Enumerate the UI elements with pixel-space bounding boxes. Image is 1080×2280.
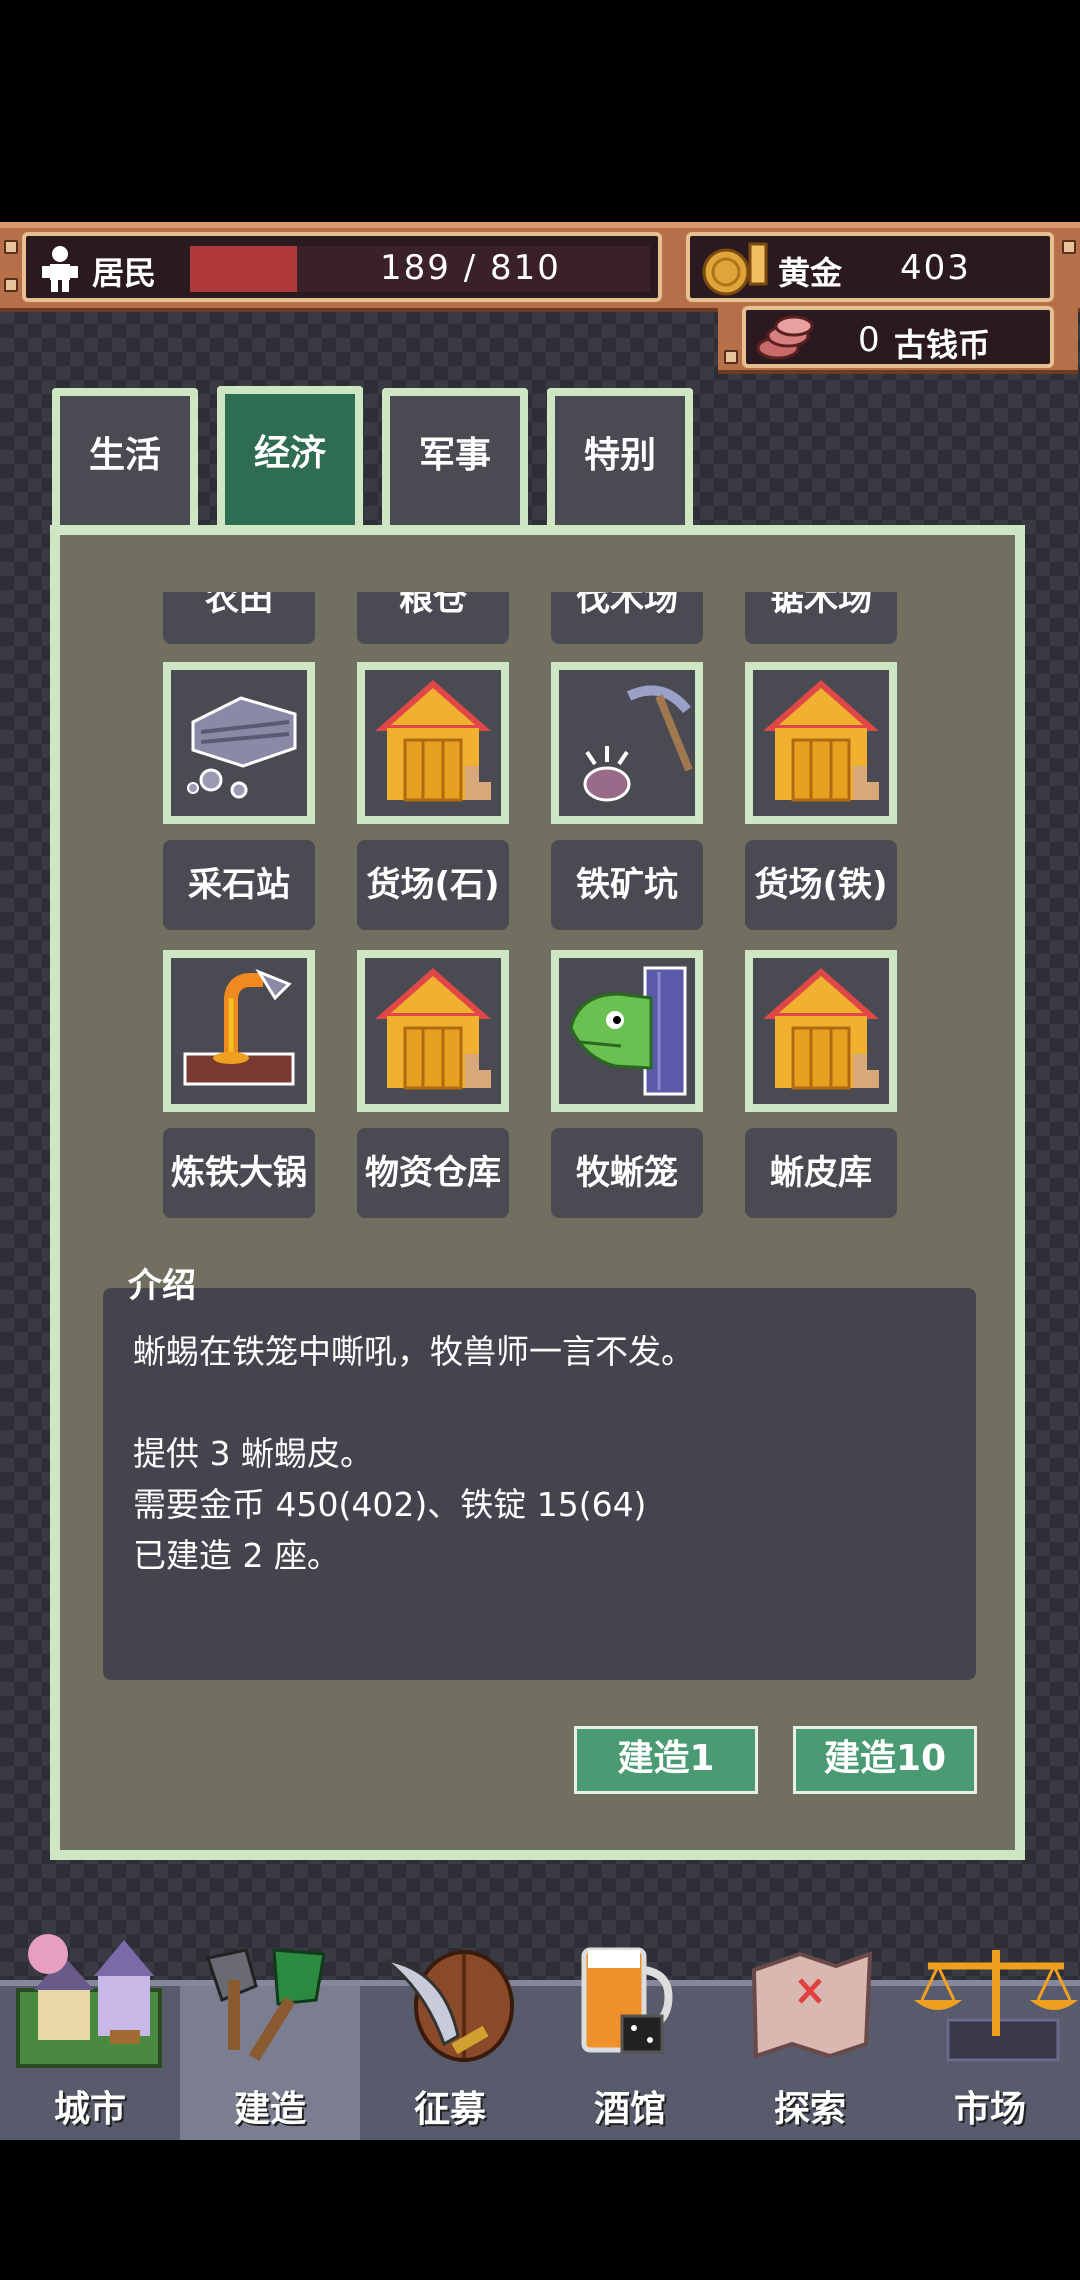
ancient-coin-panel: 0 古钱币	[742, 306, 1054, 368]
building-iron-yard[interactable]	[745, 662, 897, 824]
rivet	[1062, 240, 1076, 254]
map-icon	[751, 1951, 873, 2059]
ancient-coins-icon	[756, 315, 814, 360]
build-1-button[interactable]: 建造1	[574, 1726, 758, 1794]
rivet	[4, 278, 18, 292]
description-output: 提供 3 蜥蜴皮。	[133, 1434, 373, 1473]
building-label-lumber-camp[interactable]: 伐木场	[551, 592, 703, 644]
building-lizard-hide-store[interactable]	[745, 950, 897, 1112]
nav-recruit-label: 征募	[413, 2089, 486, 2130]
pickaxe-ore-icon	[559, 670, 695, 816]
nav-explore[interactable]: 探索	[720, 1951, 900, 2140]
ancient-coin-value: 0	[858, 320, 882, 360]
warehouse-icon	[753, 958, 889, 1104]
shovel-icon	[206, 1948, 326, 2062]
nav-market[interactable]: 市场	[900, 1950, 1080, 2140]
nav-explore-label: 探索	[773, 2089, 846, 2130]
gold-label: 黄金	[778, 254, 843, 292]
building-list-clipped-row: 农田 粮仓 伐木场 锯木场	[60, 592, 1015, 644]
person-icon	[42, 246, 78, 292]
warehouse-icon	[365, 670, 501, 816]
city-icon	[16, 1934, 162, 2068]
scales-icon	[914, 1950, 1078, 2062]
description-built-count: 已建造 2 座。	[133, 1536, 340, 1575]
building-label-smelter[interactable]: 炼铁大锅	[163, 1128, 315, 1218]
tab-military[interactable]: 军事	[382, 388, 528, 528]
building-lizard-cage[interactable]	[551, 950, 703, 1112]
gold-value: 403	[900, 248, 971, 288]
building-label-lizard-cage[interactable]: 牧蜥笼	[551, 1128, 703, 1218]
smelter-icon	[171, 958, 307, 1104]
tab-life[interactable]: 生活	[52, 388, 198, 528]
residents-panel: 居民 189 / 810	[22, 232, 662, 302]
building-quarry[interactable]	[163, 662, 315, 824]
description-title: 介绍	[128, 1266, 196, 1306]
building-smelter[interactable]	[163, 950, 315, 1112]
residents-value: 189 / 810	[380, 248, 561, 288]
residents-progress-fill	[190, 246, 298, 292]
building-label-granary[interactable]: 粮仓	[357, 592, 509, 644]
tab-special[interactable]: 特别	[547, 388, 693, 528]
rivet	[724, 350, 738, 364]
building-label-farm[interactable]: 农田	[163, 592, 315, 644]
building-label-quarry[interactable]: 采石站	[163, 840, 315, 930]
lizard-cage-icon	[559, 958, 695, 1104]
nav-city-label: 城市	[53, 2089, 126, 2130]
beer-mug-icon	[581, 1947, 673, 2054]
nav-city[interactable]: 城市	[0, 1934, 180, 2140]
building-label-supply-warehouse[interactable]: 物资仓库	[357, 1128, 509, 1218]
building-stone-yard[interactable]	[357, 662, 509, 824]
warehouse-icon	[753, 670, 889, 816]
building-label-iron-mine[interactable]: 铁矿坑	[551, 840, 703, 930]
building-label-stone-yard[interactable]: 货场(石)	[357, 840, 509, 930]
stone-pile-icon	[171, 670, 307, 816]
nav-tavern[interactable]: 酒馆	[540, 1947, 720, 2140]
building-label-sawmill[interactable]: 锯木场	[745, 592, 897, 644]
building-label-lizard-hide-store[interactable]: 蜥皮库	[745, 1128, 897, 1218]
nav-market-label: 市场	[953, 2089, 1026, 2130]
nav-tavern-label: 酒馆	[593, 2089, 666, 2130]
build-10-button[interactable]: 建造10	[793, 1726, 977, 1794]
nav-build[interactable]: 建造	[180, 1948, 360, 2140]
nav-build-label: 建造	[233, 2089, 306, 2130]
building-iron-mine[interactable]	[551, 662, 703, 824]
tab-economy[interactable]: 经济	[217, 386, 363, 542]
gold-coins-icon	[702, 242, 768, 296]
building-label-iron-yard[interactable]: 货场(铁)	[745, 840, 897, 930]
building-supply-warehouse[interactable]	[357, 950, 509, 1112]
gold-panel: 黄金 403	[686, 232, 1054, 302]
warehouse-icon	[365, 958, 501, 1104]
rivet	[4, 240, 18, 254]
ancient-coin-label: 古钱币	[894, 326, 991, 364]
sword-shield-icon	[385, 1950, 514, 2062]
residents-label: 居民	[92, 254, 157, 292]
description-cost: 需要金币 450(402)、铁锭 15(64)	[133, 1485, 647, 1524]
description-flavor: 蜥蜴在铁笼中嘶吼，牧兽师一言不发。	[133, 1332, 694, 1371]
nav-recruit[interactable]: 征募	[360, 1950, 540, 2140]
